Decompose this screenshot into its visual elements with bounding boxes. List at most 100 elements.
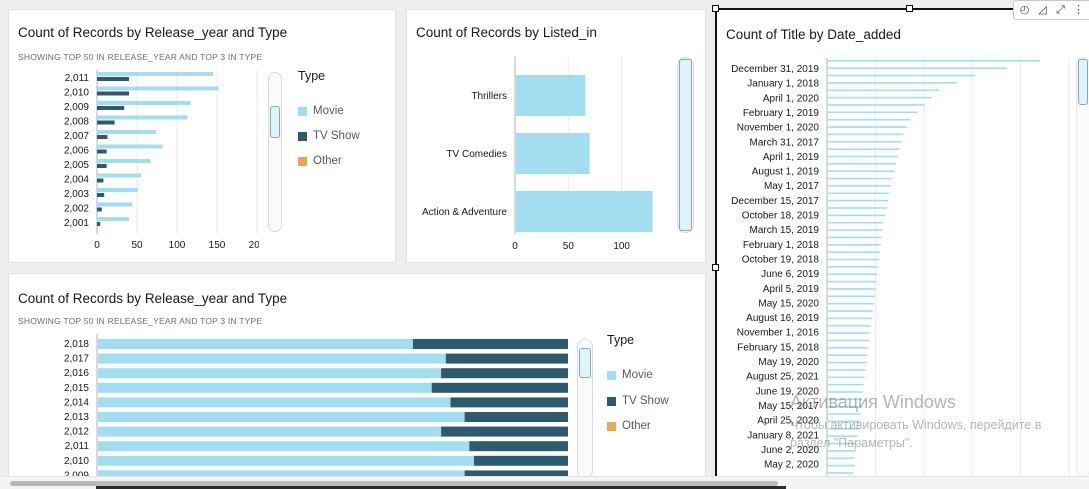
bar: [828, 170, 895, 172]
y-tick-label: 2,017: [64, 354, 89, 365]
bar-tv-show: [97, 222, 101, 226]
bar: [828, 324, 871, 327]
y-tick-label: Thrillers: [471, 91, 507, 102]
x-tick-label: 100: [169, 240, 186, 251]
legend-item-tv-show[interactable]: TV Show: [298, 130, 360, 142]
bar: [828, 317, 872, 320]
x-tick-label: 100: [613, 241, 630, 252]
x-tick-label: 0: [94, 240, 100, 251]
y-tick-label: October 19, 2018: [742, 254, 820, 265]
bar: [828, 185, 891, 187]
bar-tv-show: [97, 120, 115, 125]
y-tick-label: November 1, 2016: [737, 328, 820, 339]
visual-listed-in[interactable]: Count of Records by Listed_in 050100150T…: [406, 9, 706, 263]
chart-release-year-grouped[interactable]: 0 50 100 150 200 2,011 2,010 2,009 2,008 2,007 2,0…: [9, 60, 259, 260]
bar-movie: [97, 72, 213, 76]
y-tick-label: 2,007: [64, 131, 89, 142]
bar-tv-show: [97, 106, 125, 110]
gauge-icon[interactable]: ◴: [1018, 3, 1031, 17]
legend-item-tv-show[interactable]: TV Show: [607, 395, 669, 407]
resize-handle[interactable]: [712, 5, 719, 12]
bar: [828, 244, 881, 246]
bar-movie: [98, 397, 451, 408]
bar: [828, 266, 879, 268]
y-tick-label: TV Comedies: [446, 149, 507, 160]
bar-tv-show: [97, 207, 102, 212]
bar: [828, 126, 907, 128]
x-tick-label: 50: [563, 241, 575, 252]
resize-handle[interactable]: [906, 5, 913, 12]
bar: [828, 251, 880, 253]
bar-movie: [98, 382, 432, 393]
bar-movie: [97, 159, 151, 163]
bar: [828, 104, 925, 106]
resize-handle[interactable]: [712, 264, 719, 271]
bar-movie: [97, 115, 188, 120]
bar-movie: [98, 353, 446, 364]
y-tick-label: January 1, 2018: [747, 79, 819, 90]
vertical-scrollbar[interactable]: [268, 72, 282, 232]
scrollbar-thumb[interactable]: [1078, 59, 1088, 105]
vertical-scrollbar[interactable]: [677, 57, 694, 233]
scrollbar-thumb[interactable]: [270, 106, 280, 138]
bar: [828, 221, 884, 224]
legend-item-other[interactable]: Other: [607, 420, 651, 432]
y-tick-label: 2,011: [65, 441, 90, 452]
bar: [828, 383, 864, 386]
more-icon[interactable]: ⋮: [1072, 3, 1085, 17]
y-tick-label: 2,003: [64, 189, 89, 200]
scrollbar-thumb[interactable]: [579, 348, 591, 378]
bar: [516, 191, 653, 232]
vertical-scrollbar[interactable]: [577, 339, 593, 479]
bar: [828, 148, 900, 150]
y-tick-label: February 15, 2018: [737, 342, 819, 353]
legend-item-other[interactable]: Other: [298, 155, 342, 167]
bar: [828, 376, 865, 379]
bar: [828, 207, 888, 209]
bar-movie: [97, 130, 157, 134]
bar-tv-show: [97, 164, 107, 168]
bar: [828, 67, 1008, 69]
bar: [828, 229, 883, 231]
visual-release-year-type-top[interactable]: Count of Records by Release_year and Typ…: [8, 9, 396, 263]
bar: [828, 310, 873, 312]
y-tick-label: February 1, 2019: [743, 108, 820, 119]
expand-icon[interactable]: ⤢: [1054, 3, 1067, 17]
bar: [828, 155, 898, 158]
y-tick-label: 2,014: [64, 397, 89, 408]
x-tick-label: 0: [512, 241, 518, 252]
y-tick-label: June 6, 2019: [761, 269, 819, 280]
bar-tv-show: [412, 339, 568, 349]
legend-label: Movie: [622, 369, 653, 381]
bar: [828, 302, 874, 305]
chart-insight-icon[interactable]: ◿: [1036, 3, 1049, 17]
y-tick-label: August 16, 2019: [746, 313, 819, 324]
bar-movie: [98, 412, 465, 422]
bar-tv-show: [441, 426, 568, 437]
bar: [828, 273, 878, 276]
legend-item-movie[interactable]: Movie: [607, 369, 653, 381]
bar-movie: [98, 441, 470, 452]
y-tick-label: 2,016: [64, 368, 89, 379]
bar-movie: [97, 101, 191, 105]
bar: [828, 280, 877, 283]
y-tick-label: August 1, 2019: [752, 167, 820, 178]
chart-listed-in[interactable]: 050100150ThrillersTV ComediesAction & Ad…: [407, 48, 667, 263]
scrollbar-thumb[interactable]: [679, 59, 692, 231]
bar: [828, 339, 870, 342]
bar-tv-show: [441, 368, 568, 379]
visual-toolbar: ◴ ◿ ⤢ ⋮: [1013, 0, 1089, 20]
legend-item-movie[interactable]: Movie: [298, 105, 344, 117]
visual-release-year-type-stacked[interactable]: Count of Records by Release_year and Typ…: [8, 273, 706, 489]
vertical-scrollbar[interactable]: [1076, 57, 1089, 477]
bar-tv-show: [474, 455, 568, 466]
windows-activation-text: Чтобы активировать Windows, перейдите в …: [790, 418, 1042, 450]
y-tick-label: February 1, 2018: [743, 240, 820, 251]
bar-movie: [98, 455, 474, 466]
y-tick-label: May 19, 2020: [758, 357, 819, 368]
chart-release-year-stacked[interactable]: 2,018 2,017 2,016 2,015 2,014 2,013 2,012 2,011…: [9, 334, 574, 484]
legend-swatch: [607, 421, 616, 431]
bar: [828, 111, 918, 114]
y-tick-label: 2,018: [64, 339, 89, 350]
bar: [828, 199, 889, 202]
